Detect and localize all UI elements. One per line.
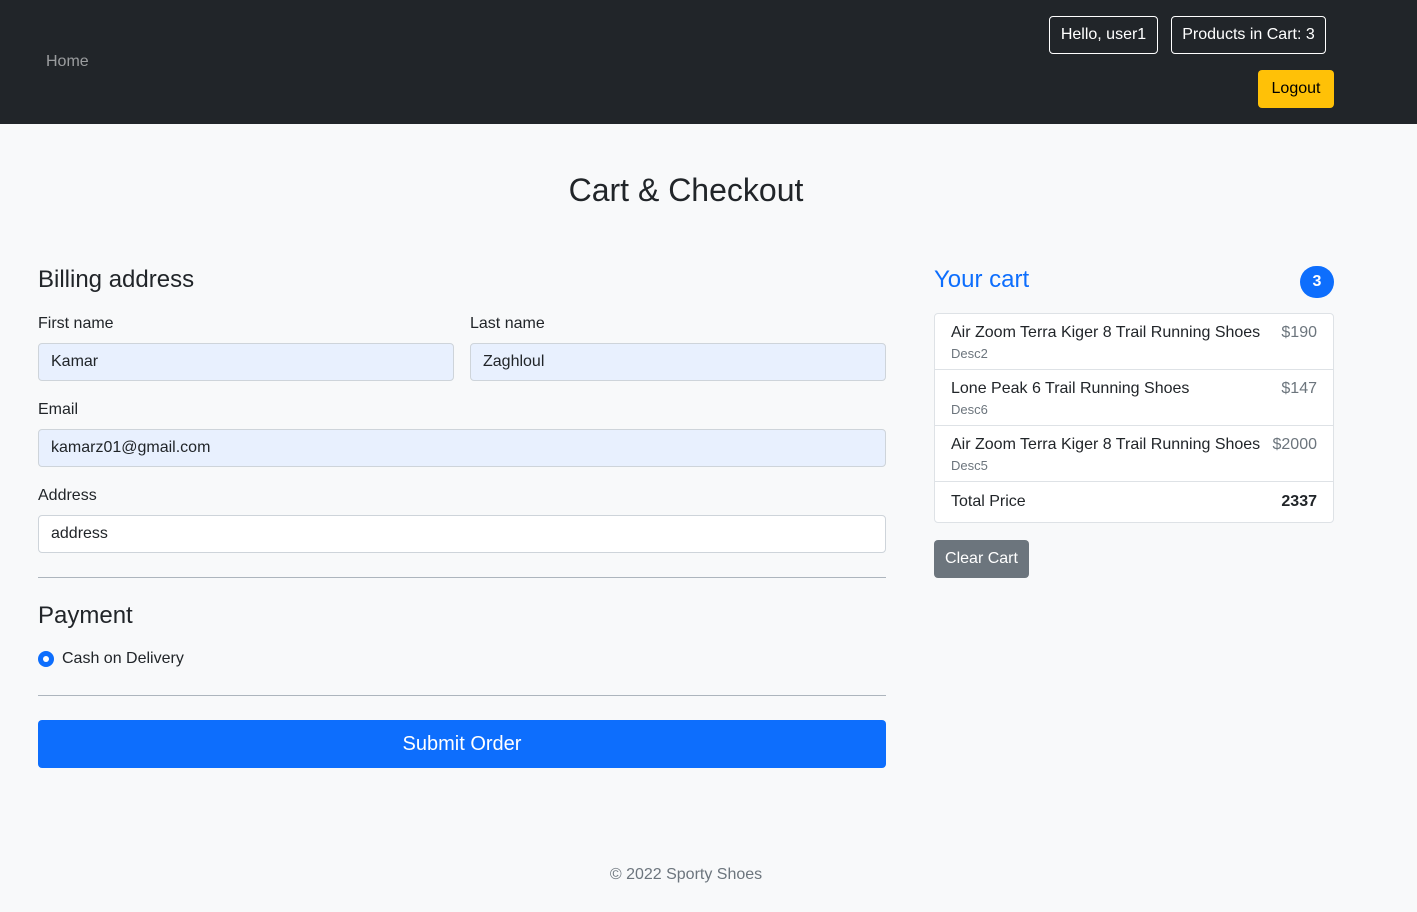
email-input[interactable]: kamarz01@gmail.com — [38, 429, 886, 467]
radio-selected-icon[interactable] — [38, 651, 54, 667]
cart-total-row: Total Price 2337 — [935, 482, 1333, 522]
cart-item-name: Air Zoom Terra Kiger 8 Trail Running Sho… — [951, 436, 1261, 453]
total-price-label: Total Price — [951, 493, 1026, 510]
cart-item-desc: Desc2 — [951, 346, 988, 361]
cart-item-price: $147 — [1281, 380, 1317, 397]
submit-order-button[interactable]: Submit Order — [38, 720, 886, 768]
payment-option-label: Cash on Delivery — [62, 650, 184, 667]
total-price-value: 2337 — [1281, 493, 1317, 510]
email-label: Email — [38, 401, 79, 418]
payment-option[interactable]: Cash on Delivery — [38, 650, 184, 668]
last-name-input[interactable]: Zaghloul — [470, 343, 886, 381]
cart-title: Your cart — [934, 266, 1030, 293]
divider — [38, 695, 886, 696]
page-title: Cart & Checkout — [568, 172, 804, 208]
footer-copyright: © 2022 Sporty Shoes — [609, 866, 763, 883]
clear-cart-button[interactable]: Clear Cart — [934, 540, 1029, 578]
cart-item: Lone Peak 6 Trail Running Shoes Desc6 $1… — [935, 370, 1333, 426]
logout-button[interactable]: Logout — [1258, 70, 1334, 108]
navbar: Home Hello, user1 Products in Cart: 3 Lo… — [0, 0, 1417, 124]
address-label: Address — [38, 487, 97, 504]
last-name-label: Last name — [470, 315, 545, 332]
first-name-input[interactable]: Kamar — [38, 343, 454, 381]
cart-item: Air Zoom Terra Kiger 8 Trail Running Sho… — [935, 314, 1333, 370]
nav-home-link[interactable]: Home — [46, 53, 89, 71]
cart-list: Air Zoom Terra Kiger 8 Trail Running Sho… — [934, 313, 1334, 523]
address-input[interactable]: address — [38, 515, 886, 553]
payment-heading: Payment — [38, 602, 133, 629]
cart-item-price: $190 — [1281, 324, 1317, 341]
cart-count-badge: 3 — [1300, 266, 1334, 298]
divider — [38, 577, 886, 578]
cart-item-price: $2000 — [1272, 436, 1318, 453]
cart-count-button[interactable]: Products in Cart: 3 — [1171, 16, 1326, 54]
cart-item-desc: Desc5 — [951, 458, 988, 473]
cart-item-name: Air Zoom Terra Kiger 8 Trail Running Sho… — [951, 324, 1261, 341]
cart-item-name: Lone Peak 6 Trail Running Shoes — [951, 380, 1190, 397]
user-greeting-button[interactable]: Hello, user1 — [1049, 16, 1158, 54]
cart-item-desc: Desc6 — [951, 402, 988, 417]
cart-item: Air Zoom Terra Kiger 8 Trail Running Sho… — [935, 426, 1333, 482]
billing-heading: Billing address — [38, 266, 195, 293]
first-name-label: First name — [38, 315, 114, 332]
